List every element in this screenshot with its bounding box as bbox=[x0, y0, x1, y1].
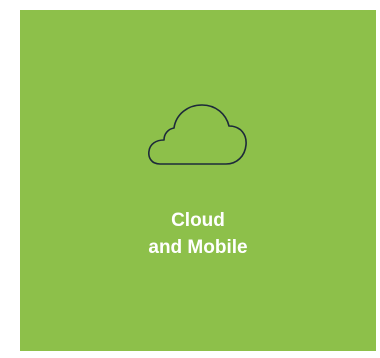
tile-label: Cloud and Mobile bbox=[20, 207, 376, 261]
tile-label-line2: and Mobile bbox=[148, 237, 248, 258]
cloud-and-mobile-tile[interactable]: Cloud and Mobile bbox=[20, 10, 376, 351]
cloud-icon bbox=[146, 102, 250, 168]
tile-label-line1: Cloud bbox=[171, 210, 225, 231]
